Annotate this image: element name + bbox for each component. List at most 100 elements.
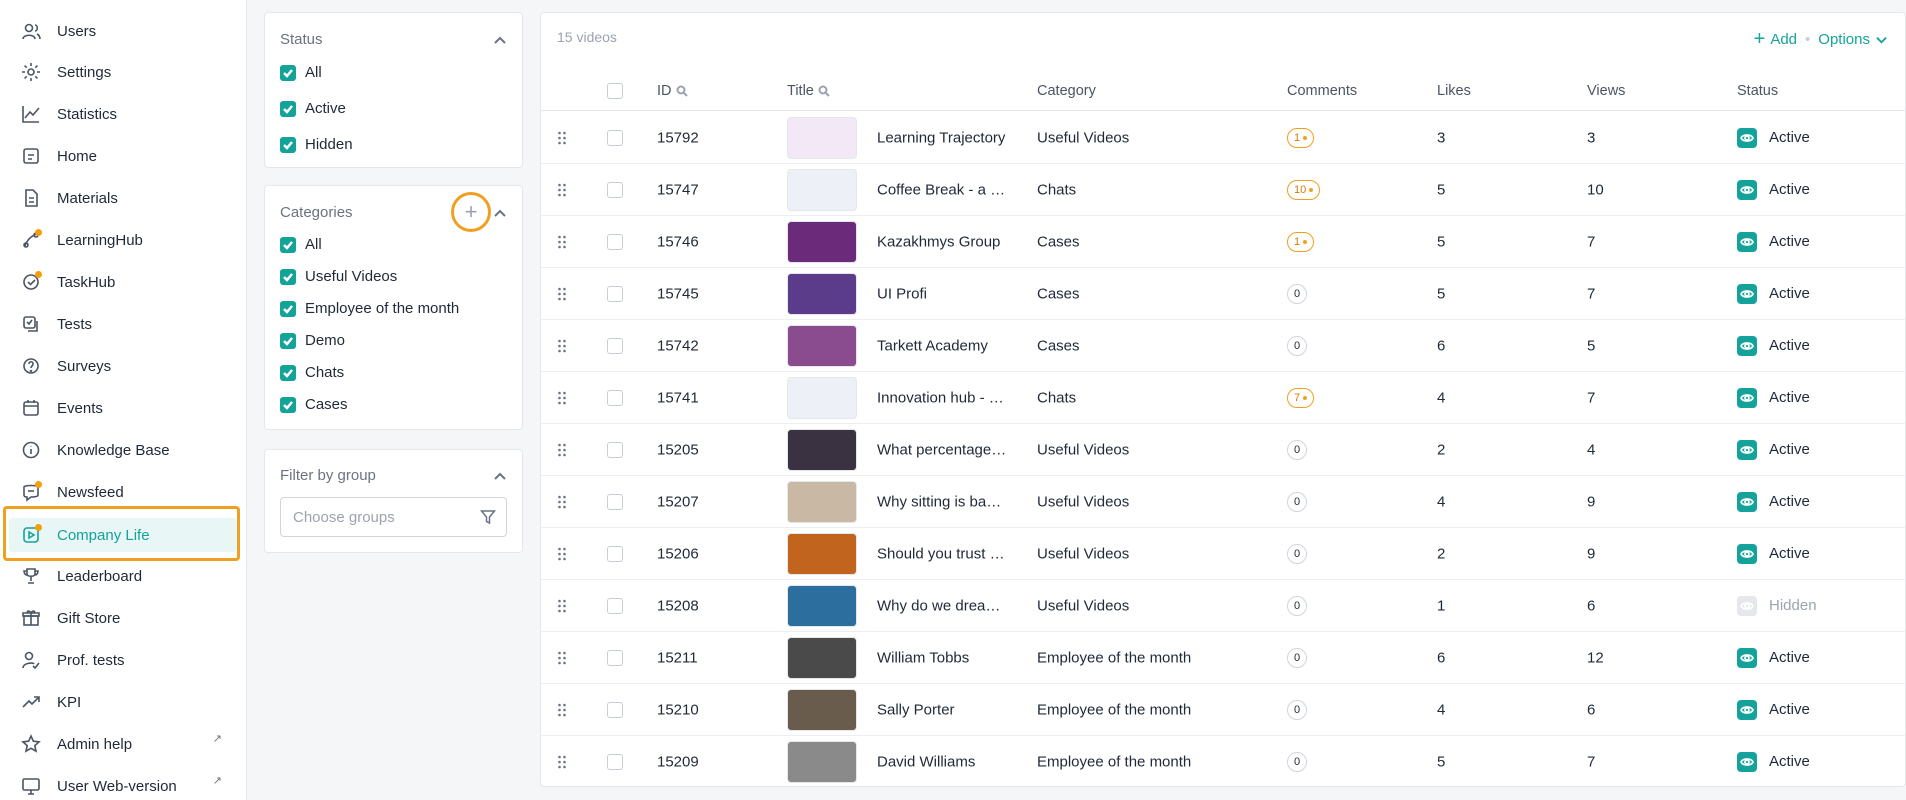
video-title[interactable]: David Williams [877,753,1007,770]
sidebar-item-gift-store[interactable]: Gift Store [6,598,238,638]
status-toggle[interactable]: Active [1737,231,1810,252]
chevron-up-icon[interactable] [494,470,506,482]
sidebar-item-settings[interactable]: Settings [6,52,238,92]
status-toggle[interactable]: Active [1737,491,1810,512]
drag-handle-icon[interactable] [557,494,567,510]
status-toggle[interactable]: Active [1737,543,1810,564]
table-row[interactable]: 15747 Coffee Break - a ch… Chats 10 5 10 Activ… [541,164,1905,216]
filter-option[interactable]: Employee of the month [280,300,459,317]
sidebar-item-taskhub[interactable]: TaskHub [6,262,238,302]
status-toggle[interactable]: Active [1737,387,1810,408]
sidebar-item-newsfeed[interactable]: Newsfeed [6,472,238,512]
sidebar-item-learninghub[interactable]: LearningHub [6,220,238,260]
table-row[interactable]: 15746 Kazakhmys Group Cases 1 5 7 Active [541,216,1905,268]
row-checkbox[interactable] [607,233,623,250]
sidebar-item-tests[interactable]: Tests [6,304,238,344]
status-toggle[interactable]: Active [1737,179,1810,200]
drag-handle-icon[interactable] [557,286,567,302]
video-thumbnail[interactable] [787,480,857,523]
video-title[interactable]: UI Profi [877,285,1007,302]
column-id[interactable]: ID [657,83,688,99]
video-thumbnail[interactable] [787,532,857,575]
column-comments[interactable]: Comments [1287,83,1357,99]
sidebar-item-prof-tests[interactable]: Prof. tests [6,640,238,680]
status-toggle[interactable]: Active [1737,439,1810,460]
checkbox-checked[interactable] [280,268,296,285]
video-title[interactable]: Should you trust y… [877,545,1007,562]
sidebar-item-events[interactable]: Events [6,388,238,428]
table-row[interactable]: 15207 Why sitting is bad f… Useful Videos 0… [541,476,1905,528]
comments-badge[interactable]: 0 [1287,595,1308,616]
row-checkbox[interactable] [607,597,623,614]
comments-badge[interactable]: 0 [1287,751,1308,772]
video-thumbnail[interactable] [787,740,857,783]
video-thumbnail[interactable] [787,272,857,315]
video-title[interactable]: Sally Porter [877,701,1007,718]
video-thumbnail[interactable] [787,220,857,263]
chevron-up-icon[interactable] [494,34,506,46]
sidebar-item-kpi[interactable]: KPI [6,682,238,722]
video-title[interactable]: Learning Trajectory [877,129,1007,146]
table-row[interactable]: 15745 UI Profi Cases 0 5 7 Active [541,268,1905,320]
video-thumbnail[interactable] [787,584,857,627]
checkbox-checked[interactable] [280,64,296,81]
filter-option[interactable]: Cases [280,396,348,413]
video-title[interactable]: Tarkett Academy [877,337,1007,354]
row-checkbox[interactable] [607,441,623,458]
comments-badge[interactable]: 0 [1287,699,1308,720]
status-toggle[interactable]: Active [1737,647,1810,668]
comments-badge[interactable]: 7 [1287,387,1315,408]
row-checkbox[interactable] [607,285,623,302]
comments-badge[interactable]: 0 [1287,647,1308,668]
comments-badge[interactable]: 0 [1287,335,1308,356]
video-thumbnail[interactable] [787,168,857,211]
sidebar-item-materials[interactable]: Materials [6,178,238,218]
row-checkbox[interactable] [607,493,623,510]
checkbox-checked[interactable] [280,396,296,413]
sidebar-item-users[interactable]: Users [6,11,238,51]
sidebar-item-admin-help[interactable]: Admin help ↗ [6,724,238,764]
row-checkbox[interactable] [607,129,623,146]
row-checkbox[interactable] [607,181,623,198]
chevron-up-icon[interactable] [494,207,506,219]
video-thumbnail[interactable] [787,324,857,367]
drag-handle-icon[interactable] [557,130,567,146]
row-checkbox[interactable] [607,337,623,354]
filter-option[interactable]: All [280,236,322,253]
sidebar-item-company-life[interactable]: Company Life [9,518,237,552]
table-row[interactable]: 15206 Should you trust y… Useful Videos 0 2 9… [541,528,1905,580]
drag-handle-icon[interactable] [557,754,567,770]
column-category[interactable]: Category [1037,83,1096,99]
sidebar-item-home[interactable]: Home [6,136,238,176]
sidebar-item-user-web-version[interactable]: User Web-version ↗ [6,766,238,800]
group-select-input[interactable]: Choose groups [280,497,507,537]
sidebar-item-leaderboard[interactable]: Leaderboard [6,556,238,596]
comments-badge[interactable]: 0 [1287,491,1308,512]
table-row[interactable]: 15205 What percentage o… Useful Videos 0 2 4 A… [541,424,1905,476]
row-checkbox[interactable] [607,389,623,406]
sidebar-item-surveys[interactable]: Surveys [6,346,238,386]
add-category-button[interactable]: + [451,192,491,232]
video-title[interactable]: Coffee Break - a ch… [877,181,1007,198]
column-title[interactable]: Title [787,83,830,99]
column-status[interactable]: Status [1737,83,1778,99]
table-row[interactable]: 15792 Learning Trajectory Useful Videos 1 3 3… [541,112,1905,164]
video-thumbnail[interactable] [787,636,857,679]
options-button[interactable]: Options [1818,31,1887,48]
filter-option[interactable]: Active [280,100,346,117]
drag-handle-icon[interactable] [557,390,567,406]
status-toggle[interactable]: Active [1737,751,1810,772]
filter-option[interactable]: Demo [280,332,345,349]
status-toggle[interactable]: Active [1737,335,1810,356]
drag-handle-icon[interactable] [557,650,567,666]
column-views[interactable]: Views [1587,83,1625,99]
filter-option[interactable]: Useful Videos [280,268,397,285]
checkbox-checked[interactable] [280,236,296,253]
video-title[interactable]: Innovation hub - a … [877,389,1007,406]
filter-option[interactable]: Hidden [280,136,353,153]
table-row[interactable]: 15742 Tarkett Academy Cases 0 6 5 Active [541,320,1905,372]
drag-handle-icon[interactable] [557,598,567,614]
comments-badge[interactable]: 0 [1287,283,1308,304]
table-row[interactable]: 15211 William Tobbs Employee of the month 0… [541,632,1905,684]
video-thumbnail[interactable] [787,376,857,419]
